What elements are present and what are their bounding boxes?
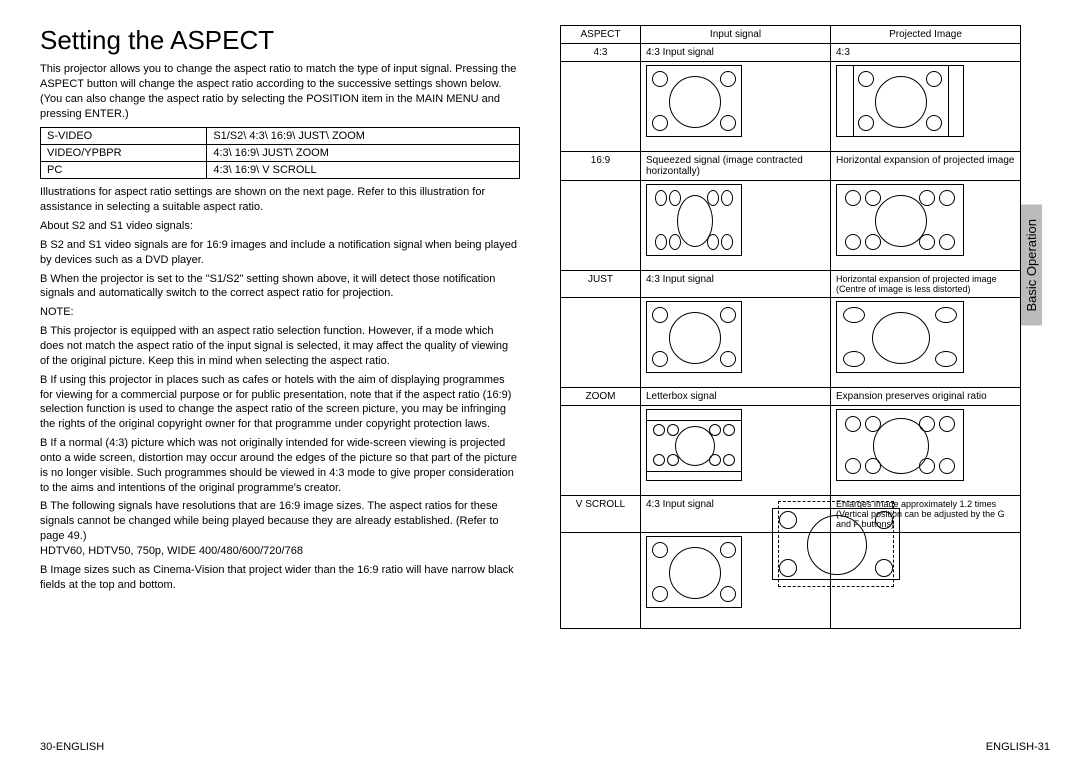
bullet: B Image sizes such as Cinema-Vision that… xyxy=(40,563,520,593)
about-heading: About S2 and S1 video signals: xyxy=(40,219,520,234)
cell: 4:3\ 16:9\ JUST\ ZOOM xyxy=(207,145,520,162)
illustration-cell xyxy=(831,181,1021,271)
illustration-cell xyxy=(831,406,1021,496)
cell: PC xyxy=(41,162,207,179)
illustration-cell xyxy=(641,298,831,388)
table-row xyxy=(561,406,1021,496)
input-label: 4:3 Input signal xyxy=(641,271,831,298)
side-tab: Basic Operation xyxy=(1021,205,1042,326)
table-row: 4:3 4:3 Input signal 4:3 xyxy=(561,44,1021,62)
table-row xyxy=(561,298,1021,388)
bullet: B When the projector is set to the "S1/S… xyxy=(40,272,520,302)
table-row xyxy=(561,62,1021,152)
footer-left: 30-ENGLISH xyxy=(40,741,104,753)
bullet: B S2 and S1 video signals are for 16:9 i… xyxy=(40,238,520,268)
table-row: JUST 4:3 Input signal Horizontal expansi… xyxy=(561,271,1021,298)
table-row: ZOOM Letterbox signal Expansion preserve… xyxy=(561,388,1021,406)
table-row xyxy=(561,181,1021,271)
input-label: Letterbox signal xyxy=(641,388,831,406)
col-header: Projected Image xyxy=(831,26,1021,44)
cell: S-VIDEO xyxy=(41,128,207,145)
right-page: ASPECT Input signal Projected Image 4:3 … xyxy=(560,25,1020,629)
footer-right: ENGLISH-31 xyxy=(986,741,1050,753)
aspect-table: ASPECT Input signal Projected Image 4:3 … xyxy=(560,25,1021,629)
table-row: VIDEO/YPBPR4:3\ 16:9\ JUST\ ZOOM xyxy=(41,145,520,162)
aspect-label: 4:3 xyxy=(561,44,641,62)
illustration-cell xyxy=(831,62,1021,152)
table-row: S-VIDEOS1/S2\ 4:3\ 16:9\ JUST\ ZOOM xyxy=(41,128,520,145)
table-row: PC4:3\ 16:9\ V SCROLL xyxy=(41,162,520,179)
left-page: Setting the ASPECT This projector allows… xyxy=(40,25,520,629)
cell: S1/S2\ 4:3\ 16:9\ JUST\ ZOOM xyxy=(207,128,520,145)
input-label: Squeezed signal (image contracted horizo… xyxy=(641,152,831,181)
col-header: Input signal xyxy=(641,26,831,44)
col-header: ASPECT xyxy=(561,26,641,44)
output-label: Horizontal expansion of projected image xyxy=(831,152,1021,181)
note-heading: NOTE: xyxy=(40,305,520,320)
output-label: Horizontal expansion of projected image … xyxy=(831,271,1021,298)
illustration-cell xyxy=(641,181,831,271)
table-header-row: ASPECT Input signal Projected Image xyxy=(561,26,1021,44)
input-label: 4:3 Input signal xyxy=(641,44,831,62)
table-row: 16:9 Squeezed signal (image contracted h… xyxy=(561,152,1021,181)
output-label: 4:3 xyxy=(831,44,1021,62)
cell: 4:3\ 16:9\ V SCROLL xyxy=(207,162,520,179)
page-title: Setting the ASPECT xyxy=(40,25,520,56)
intro-paragraph: This projector allows you to change the … xyxy=(40,62,520,121)
bullet: B If a normal (4:3) picture which was no… xyxy=(40,436,520,495)
aspect-label: JUST xyxy=(561,271,641,298)
aspect-label: 16:9 xyxy=(561,152,641,181)
table-row xyxy=(561,533,1021,629)
bullet: B The following signals have resolutions… xyxy=(40,499,520,558)
aspect-label: ZOOM xyxy=(561,388,641,406)
bullet: B This projector is equipped with an asp… xyxy=(40,324,520,369)
output-label: Expansion preserves original ratio xyxy=(831,388,1021,406)
bullet: B If using this projector in places such… xyxy=(40,373,520,432)
modes-table: S-VIDEOS1/S2\ 4:3\ 16:9\ JUST\ ZOOM VIDE… xyxy=(40,127,520,179)
illustration-cell xyxy=(831,533,1021,629)
illustration-cell xyxy=(641,62,831,152)
aspect-label: V SCROLL xyxy=(561,496,641,533)
illustration-cell xyxy=(641,406,831,496)
illustration-note: Illustrations for aspect ratio settings … xyxy=(40,185,520,215)
illustration-cell xyxy=(831,298,1021,388)
page-spread: Setting the ASPECT This projector allows… xyxy=(40,25,1050,629)
cell: VIDEO/YPBPR xyxy=(41,145,207,162)
